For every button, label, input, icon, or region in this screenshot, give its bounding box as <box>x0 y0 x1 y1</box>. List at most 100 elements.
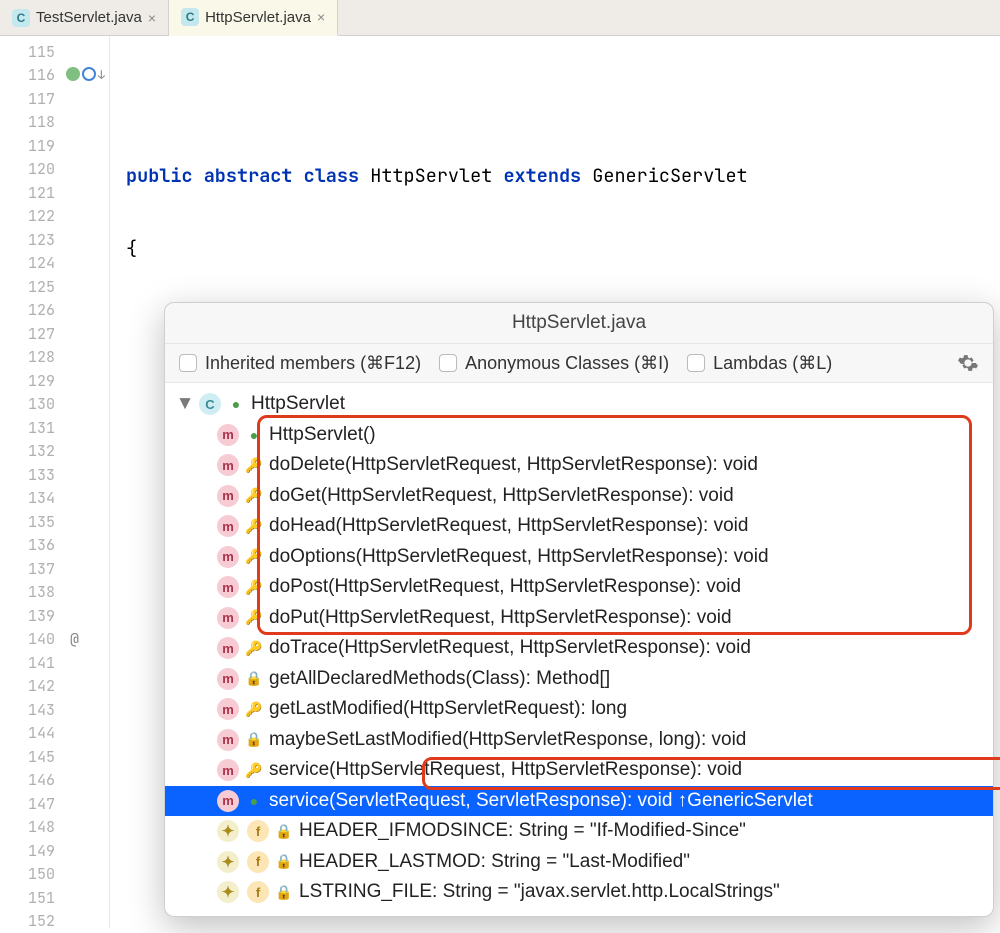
structure-item-label: doPut(HttpServletRequest, HttpServletRes… <box>269 607 732 629</box>
structure-item[interactable]: m●service(ServletRequest, ServletRespons… <box>165 786 993 817</box>
structure-item[interactable]: m 🔑 doPut(HttpServletRequest, HttpServletR… <box>165 603 993 634</box>
structure-item-label: doTrace(HttpServletRequest, HttpServletR… <box>269 637 751 659</box>
close-icon[interactable]: × <box>317 9 325 25</box>
structure-item-label: service(ServletRequest, ServletResponse)… <box>269 790 813 812</box>
override-icon <box>66 67 80 81</box>
structure-item-label: doOptions(HttpServletRequest, HttpServle… <box>269 546 769 568</box>
visibility-icon: 🔒 <box>277 824 291 838</box>
line-gutter: 115116↓117118119120121122123124125126127… <box>0 36 110 928</box>
keyword: public abstract class <box>126 163 359 188</box>
tree-root[interactable]: ▼ C ● HttpServlet <box>165 389 993 420</box>
structure-item-label: HEADER_IFMODSINCE: String = "If-Modified… <box>299 820 746 842</box>
popup-toolbar: Inherited members (⌘F12) Anonymous Class… <box>165 344 993 383</box>
structure-item[interactable]: m 🔑 doOptions(HttpServletRequest, HttpServ… <box>165 542 993 573</box>
gear-icon[interactable] <box>957 352 979 374</box>
gutter-line: 124 <box>0 252 109 276</box>
tab-httpservlet[interactable]: C HttpServlet.java × <box>169 0 338 36</box>
brace: { <box>110 237 1000 261</box>
structure-item[interactable]: m🔑doPost(HttpServletRequest, HttpServlet… <box>165 572 993 603</box>
public-icon: ● <box>229 397 243 411</box>
check-lambdas[interactable]: Lambdas (⌘L) <box>687 353 832 374</box>
structure-item[interactable]: m🔒maybeSetLastModified(HttpServletRespon… <box>165 725 993 756</box>
gutter-line: 118 <box>0 111 109 135</box>
java-class-icon: C <box>181 8 199 26</box>
structure-item-label: doPost(HttpServletRequest, HttpServletRe… <box>269 576 741 598</box>
checkbox-icon <box>687 354 705 372</box>
gutter-line: 133 <box>0 463 109 487</box>
visibility-icon: 🔑 <box>247 489 261 503</box>
gutter-line: 129 <box>0 369 109 393</box>
gutter-line: 142 <box>0 675 109 699</box>
visibility-icon: 🔑 <box>247 458 261 472</box>
structure-item[interactable]: ✦f🔒LSTRING_FILE: String = "javax.servlet… <box>165 877 993 908</box>
arrow-down-icon: ↓ <box>98 67 105 83</box>
structure-item-label: getLastModified(HttpServletRequest): lon… <box>269 698 627 720</box>
gutter-line: 119 <box>0 134 109 158</box>
gutter-line: 146 <box>0 769 109 793</box>
method-icon: m <box>217 637 239 659</box>
java-class-icon: C <box>12 9 30 27</box>
method-icon: m <box>217 607 239 629</box>
visibility-icon: 🔒 <box>277 885 291 899</box>
checkbox-icon <box>179 354 197 372</box>
gutter-line: 130 <box>0 393 109 417</box>
gutter-line: 152 <box>0 910 109 933</box>
tab-testservlet[interactable]: C TestServlet.java × <box>0 0 169 35</box>
gutter-line: 150 <box>0 863 109 887</box>
close-icon[interactable]: × <box>148 10 156 26</box>
gutter-line: 138 <box>0 581 109 605</box>
visibility-icon: 🔒 <box>247 672 261 686</box>
field-icon: f <box>247 820 269 842</box>
structure-item[interactable]: m 🔑 getLastModified(HttpServletRequest): l… <box>165 694 993 725</box>
check-anonymous[interactable]: Anonymous Classes (⌘I) <box>439 353 669 374</box>
structure-item[interactable]: m🔑doGet(HttpServletRequest, HttpServletR… <box>165 481 993 512</box>
method-icon: m <box>217 515 239 537</box>
chevron-down-icon[interactable]: ▼ <box>179 393 191 415</box>
visibility-icon: ● <box>247 428 261 442</box>
method-icon: m <box>217 454 239 476</box>
class-name: GenericServlet <box>592 163 747 188</box>
method-icon: m <box>217 698 239 720</box>
visibility-icon: 🔑 <box>247 611 261 625</box>
annotation-marker: @ <box>70 629 79 649</box>
gutter-line: 140@ <box>0 628 109 652</box>
gutter-line: 120 <box>0 158 109 182</box>
gutter-line: 131 <box>0 416 109 440</box>
keyword: extends <box>503 163 581 188</box>
static-field-icon: ✦ <box>217 851 239 873</box>
gutter-line: 115 <box>0 40 109 64</box>
visibility-icon: 🔑 <box>247 702 261 716</box>
structure-item[interactable]: m🔑service(HttpServletRequest, HttpServle… <box>165 755 993 786</box>
visibility-icon: 🔑 <box>247 580 261 594</box>
visibility-icon: 🔑 <box>247 641 261 655</box>
class-name: HttpServlet <box>370 163 492 188</box>
field-icon: f <box>247 881 269 903</box>
gutter-line: 141 <box>0 651 109 675</box>
gutter-line: 117 <box>0 87 109 111</box>
structure-item-label: getAllDeclaredMethods(Class): Method[] <box>269 668 610 690</box>
visibility-icon: 🔑 <box>247 550 261 564</box>
structure-item[interactable]: m 🔒 getAllDeclaredMethods(Class): Method[] <box>165 664 993 695</box>
structure-item[interactable]: m🔑doHead(HttpServletRequest, HttpServlet… <box>165 511 993 542</box>
static-field-icon: ✦ <box>217 820 239 842</box>
gutter-line: 139 <box>0 604 109 628</box>
structure-item[interactable]: ✦ f 🔒 HEADER_LASTMOD: String = "Last-Modifi… <box>165 847 993 878</box>
field-icon: f <box>247 851 269 873</box>
structure-item-label: HEADER_LASTMOD: String = "Last-Modified" <box>299 851 690 873</box>
method-icon: m <box>217 546 239 568</box>
structure-item-label: service(HttpServletRequest, HttpServletR… <box>269 759 742 781</box>
check-label: Inherited members (⌘F12) <box>205 353 421 374</box>
method-icon: m <box>217 668 239 690</box>
class-icon: C <box>199 393 221 415</box>
gutter-line: 123 <box>0 228 109 252</box>
check-inherited[interactable]: Inherited members (⌘F12) <box>179 353 421 374</box>
structure-item[interactable]: m🔑doDelete(HttpServletRequest, HttpServl… <box>165 450 993 481</box>
structure-item[interactable]: ✦ f 🔒 HEADER_IFMODSINCE: String = "If-Modif… <box>165 816 993 847</box>
structure-item[interactable]: m●HttpServlet() <box>165 420 993 451</box>
structure-item[interactable]: m 🔑 doTrace(HttpServletRequest, HttpServle… <box>165 633 993 664</box>
gutter-line: 125 <box>0 275 109 299</box>
visibility-icon: 🔒 <box>277 855 291 869</box>
method-icon: m <box>217 759 239 781</box>
structure-tree[interactable]: ▼ C ● HttpServlet m●HttpServlet()m🔑doDel… <box>165 383 993 916</box>
structure-item-label: doGet(HttpServletRequest, HttpServletRes… <box>269 485 734 507</box>
